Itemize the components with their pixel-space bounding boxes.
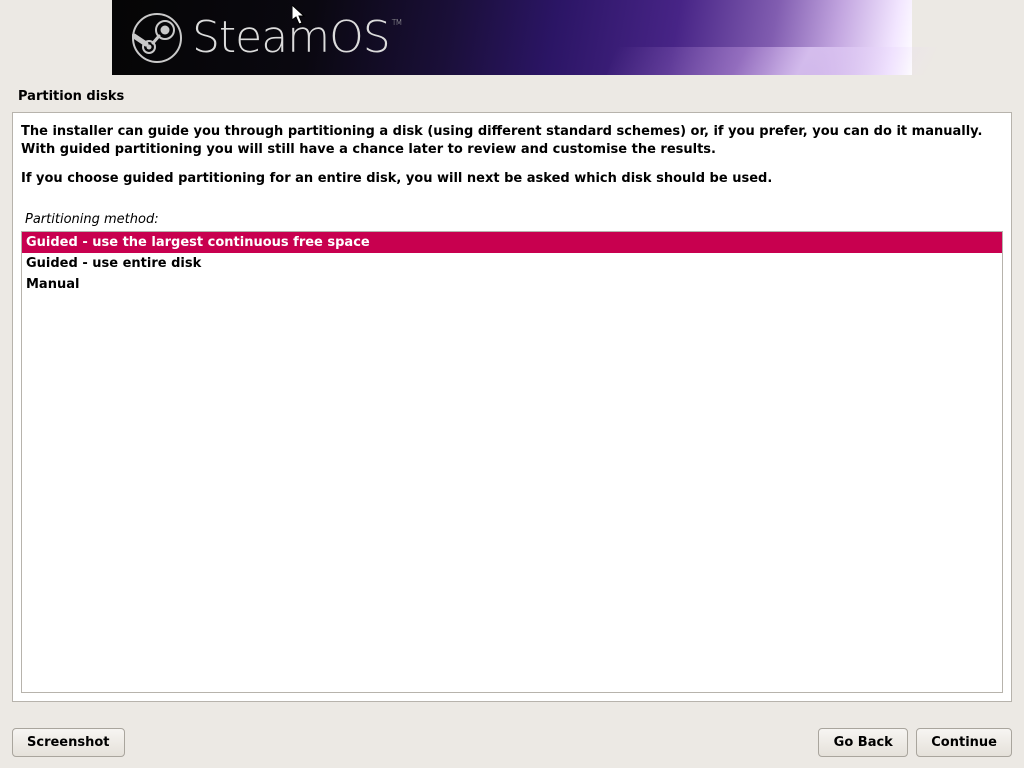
screenshot-button[interactable]: Screenshot xyxy=(12,728,125,757)
header-banner: SteamOSTM xyxy=(112,0,912,75)
page-title: Partition disks xyxy=(18,89,1006,104)
partitioning-method-label: Partitioning method: xyxy=(25,212,1003,227)
button-bar: Screenshot Go Back Continue xyxy=(0,716,1024,768)
option-guided-entire-disk[interactable]: Guided - use entire disk xyxy=(22,253,1002,274)
steamos-logo: SteamOSTM xyxy=(132,12,390,63)
instruction-text: The installer can guide you through part… xyxy=(21,123,1003,200)
steam-icon xyxy=(132,13,182,63)
partitioning-method-list[interactable]: Guided - use the largest continuous free… xyxy=(21,231,1003,693)
brand-text: SteamOSTM xyxy=(192,12,390,63)
option-manual[interactable]: Manual xyxy=(22,274,1002,295)
option-guided-free-space[interactable]: Guided - use the largest continuous free… xyxy=(22,232,1002,253)
go-back-button[interactable]: Go Back xyxy=(818,728,908,757)
main-panel: The installer can guide you through part… xyxy=(12,112,1012,702)
continue-button[interactable]: Continue xyxy=(916,728,1012,757)
